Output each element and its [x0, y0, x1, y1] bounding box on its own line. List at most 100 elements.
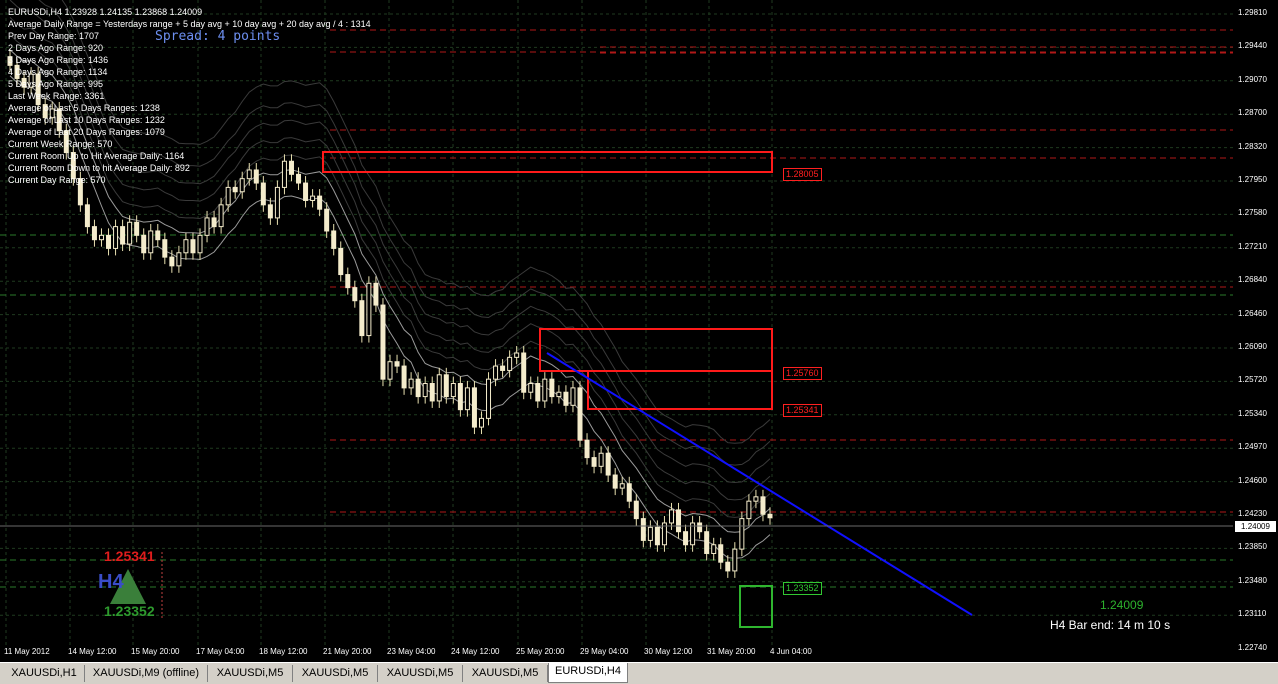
time-tick-label: 14 May 12:00: [68, 647, 117, 656]
candle-body: [464, 387, 470, 411]
time-axis[interactable]: 11 May 2012 14 May 12:00 15 May 20:00 17 Ma…: [0, 645, 1233, 662]
candle-body: [267, 204, 273, 219]
chart-tab[interactable]: XAUUSDi,M5: [378, 665, 463, 682]
level-label-3: 1.25341: [783, 404, 822, 417]
candle-body: [366, 282, 372, 337]
chart-tab[interactable]: EURUSDi,H4: [548, 663, 628, 683]
candle-body: [359, 300, 365, 337]
candle-body: [633, 500, 639, 520]
time-tick-label: 17 May 04:00: [196, 647, 245, 656]
candle-body: [232, 186, 238, 193]
price-tick-label: 1.23480: [1238, 575, 1267, 585]
chart-tab[interactable]: XAUUSDi,M5: [463, 665, 548, 682]
candle-body: [274, 186, 280, 219]
time-tick-label: 4 Jun 04:00: [770, 647, 812, 656]
price-tick-label: 1.27950: [1238, 175, 1267, 184]
chart-tabs: XAUUSDi,H1 XAUUSDi,M9 (offline) XAUUSDi,M5…: [0, 662, 1278, 684]
price-tick-label: 1.24230: [1238, 509, 1267, 518]
chart-tab[interactable]: XAUUSDi,M5: [208, 665, 293, 682]
candle-body: [387, 361, 393, 380]
candle-body: [443, 374, 449, 398]
candle-body: [471, 387, 477, 428]
candle-body: [521, 352, 527, 393]
price-tick-label: 1.25720: [1238, 375, 1267, 385]
time-tick-label: 21 May 20:00: [323, 647, 372, 656]
price-tick-label: 1.24970: [1238, 442, 1267, 452]
candle-body: [753, 496, 759, 502]
candle-body: [739, 518, 745, 550]
price-tick-label: 1.27580: [1238, 208, 1267, 218]
chart-tab[interactable]: XAUUSDi,M5: [293, 665, 378, 682]
h4-high-value: 1.25341: [104, 548, 155, 564]
candle-body: [380, 304, 386, 380]
info-line: 3 Days Ago Range: 1436: [8, 55, 109, 65]
candle-body: [204, 217, 210, 236]
candle-body: [563, 391, 569, 406]
time-tick-label: 23 May 04:00: [387, 647, 436, 656]
price-tick-label: 1.23850: [1238, 542, 1267, 552]
price-tick-label: 1.22740: [1238, 642, 1267, 652]
candle-body: [486, 378, 492, 419]
info-line: Average of Last 5 Days Ranges: 1238: [8, 103, 160, 113]
price-tick-label: 1.27210: [1238, 241, 1267, 251]
candle-body: [619, 483, 625, 489]
info-line: 5 Days Ago Range: 995: [8, 79, 104, 89]
candle-body: [127, 221, 133, 245]
price-tick-label: 1.28700: [1238, 108, 1267, 118]
candle-body: [436, 374, 442, 402]
candle-body: [141, 234, 147, 254]
candle-body: [507, 356, 513, 371]
candle-body: [654, 526, 660, 546]
candle-body: [725, 561, 731, 572]
level-label-2: 1.25760: [783, 367, 822, 380]
chart-tab[interactable]: XAUUSDi,M9 (offline): [85, 665, 208, 682]
candle-body: [711, 544, 717, 554]
chart-tab[interactable]: XAUUSDi,H1: [4, 665, 85, 682]
candle-body: [84, 204, 90, 228]
time-tick-label: 15 May 20:00: [131, 647, 180, 656]
spread-label: Spread: 4 points: [155, 29, 281, 44]
candle-body: [338, 247, 344, 276]
candle-body: [450, 383, 456, 398]
current-price-label: 1.24009: [1235, 521, 1276, 532]
candle-body: [225, 186, 231, 206]
candle-body: [640, 518, 646, 541]
symbol-header: EURUSDi,H4 1.23928 1.24135 1.23868 1.240…: [8, 7, 203, 17]
candle-body: [106, 234, 112, 249]
bid-price-text: 1.24009: [1100, 598, 1144, 612]
candle-body: [148, 230, 154, 254]
info-line: Last Week Range: 3361: [8, 91, 105, 101]
mt4-window: EURUSDi,H4 1.23928 1.24135 1.23868 1.240…: [0, 0, 1278, 684]
h4-timeframe-tag: H4: [98, 571, 124, 593]
candle-body: [626, 483, 632, 502]
time-tick-label: 31 May 20:00: [707, 647, 756, 656]
candle-body: [746, 500, 752, 520]
candle-body: [493, 365, 499, 380]
demand-zone-box: [739, 585, 773, 628]
candle-body: [408, 378, 414, 389]
time-tick-label: 24 May 12:00: [451, 647, 500, 656]
candle-body: [120, 226, 126, 245]
candle-body: [478, 417, 484, 428]
candle-body: [162, 239, 168, 258]
time-tick-label: 11 May 2012: [4, 647, 50, 656]
time-tick-label: 30 May 12:00: [644, 647, 693, 656]
time-tick-label: 18 May 12:00: [259, 647, 308, 656]
candle-body: [584, 439, 590, 459]
candle-body: [98, 234, 104, 241]
candle-body: [549, 378, 555, 398]
candle-body: [331, 230, 337, 249]
candle-body: [176, 252, 182, 267]
candle-body: [760, 496, 766, 515]
candle-body: [668, 509, 674, 524]
price-tick-label: 1.26840: [1238, 275, 1267, 285]
h4-low-value: 1.23352: [104, 603, 155, 619]
info-line: Current Room Up to Hit Average Daily: 11…: [8, 151, 185, 161]
price-axis[interactable]: 1.29810 1.29440 1.29070 1.28700 1.28320 1.279…: [1233, 0, 1278, 662]
candle-body: [373, 282, 379, 306]
candle-body: [577, 387, 583, 441]
candle-body: [605, 452, 611, 476]
candle-body: [767, 513, 773, 519]
price-tick-label: 1.29070: [1238, 74, 1267, 84]
level-label-4: 1.23352: [783, 582, 822, 595]
